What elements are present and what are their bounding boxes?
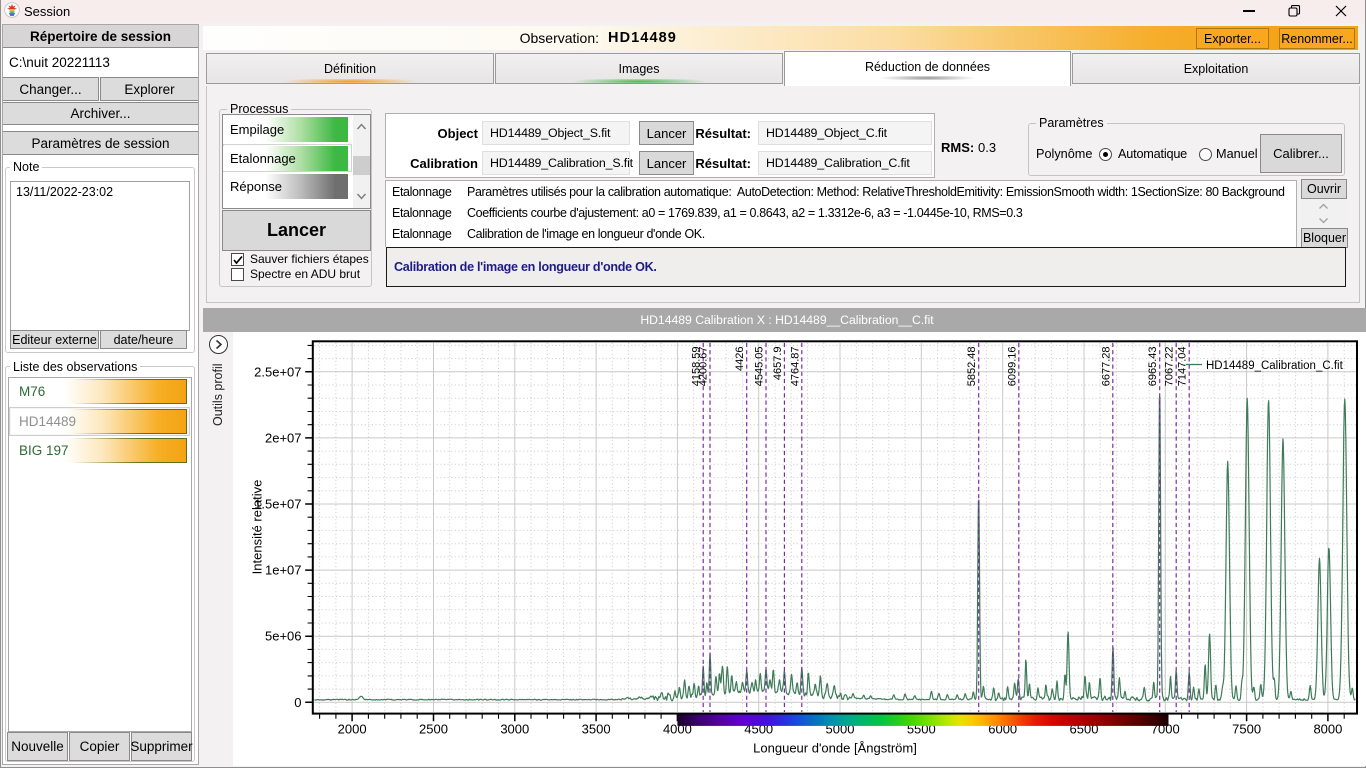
svg-text:6677.28: 6677.28 [1100,347,1112,387]
svg-text:8000: 8000 [1313,722,1342,737]
svg-text:2000: 2000 [338,722,367,737]
svg-text:7147.04: 7147.04 [1177,347,1189,387]
svg-text:4657.9: 4657.9 [772,347,784,381]
svg-text:4200.67: 4200.67 [698,347,710,387]
svg-text:Intensité relative: Intensité relative [250,480,265,575]
svg-text:5852.48: 5852.48 [966,347,978,387]
svg-text:2500: 2500 [419,722,448,737]
svg-text:4764.87: 4764.87 [789,347,801,387]
svg-text:1e+07: 1e+07 [265,563,302,578]
svg-text:Longueur d'onde [Ångström]: Longueur d'onde [Ångström] [753,741,917,756]
svg-text:7067.22: 7067.22 [1164,347,1176,387]
svg-text:6965.43: 6965.43 [1147,347,1159,387]
svg-text:5e+06: 5e+06 [265,629,302,644]
svg-text:3000: 3000 [500,722,529,737]
svg-text:2e+07: 2e+07 [265,430,302,445]
svg-text:HD14489_Calibration_C.fit: HD14489_Calibration_C.fit [1206,360,1344,372]
svg-text:0: 0 [294,695,301,710]
svg-text:7500: 7500 [1232,722,1261,737]
svg-text:3500: 3500 [582,722,611,737]
svg-text:2.5e+07: 2.5e+07 [254,364,301,379]
svg-text:4426: 4426 [734,347,746,371]
svg-text:6099.16: 6099.16 [1006,347,1018,387]
svg-text:4545.05: 4545.05 [754,347,766,387]
